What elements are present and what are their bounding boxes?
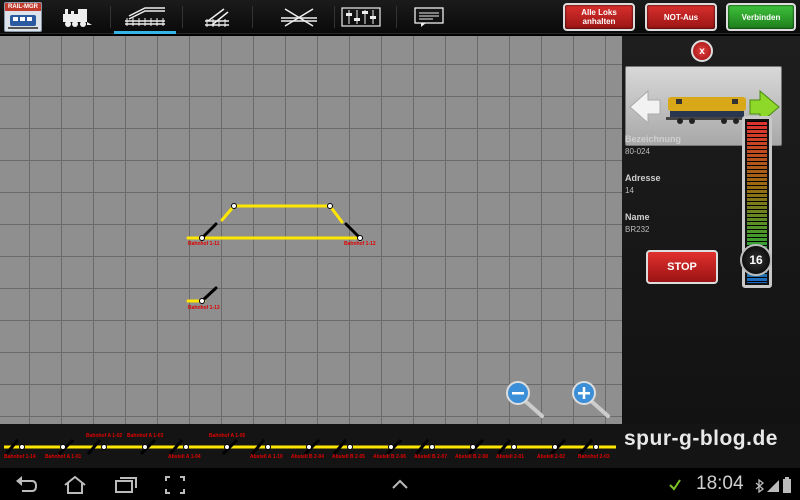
bluetooth-icon	[755, 479, 765, 493]
strip-label: Bahnhof 1-14	[4, 454, 36, 460]
speed-value[interactable]: 16	[740, 244, 772, 276]
app-logo[interactable]: RAIL-MGR	[4, 2, 42, 32]
message-icon	[414, 7, 444, 27]
turnout-node[interactable]	[552, 444, 558, 450]
adresse-label: Adresse	[625, 173, 661, 183]
strip-label: Bahnhof A 1-03	[127, 433, 164, 439]
strip-label: Bahnhof A 1-01	[45, 454, 82, 460]
name-label: Name	[625, 212, 650, 222]
track-layout-canvas[interactable]: Bahnhof 1-11 Bahnhof 1-12 Bahnhof 1-13	[0, 36, 622, 424]
screenshot-icon[interactable]	[164, 475, 186, 495]
zoom-out-button[interactable]	[504, 380, 544, 420]
locomotive-icon	[63, 9, 92, 27]
turnout-node[interactable]	[347, 444, 353, 450]
arrow-left-icon[interactable]	[629, 89, 661, 125]
name-value: BR232	[625, 225, 650, 234]
zoom-in-icon	[572, 381, 610, 418]
status-clock: 18:04	[696, 473, 744, 494]
train-logo-icon	[8, 15, 38, 29]
home-icon[interactable]	[62, 475, 88, 495]
app-logo-text: RAIL-MGR	[5, 3, 41, 11]
crossing-icon	[281, 8, 317, 27]
turnout-node[interactable]	[101, 444, 107, 450]
sliders-icon	[341, 7, 381, 27]
turnout-node[interactable]	[60, 444, 66, 450]
wifi-icon	[767, 480, 779, 492]
tool-locomotive[interactable]	[46, 2, 108, 32]
strip-label: Abstell B 2-06	[373, 454, 407, 460]
turnout-node[interactable]	[470, 444, 476, 450]
strip-label: Abstell 2-02	[537, 454, 566, 460]
turnout-node[interactable]	[265, 444, 271, 450]
turnout-node[interactable]	[183, 444, 189, 450]
turnout-node[interactable]	[388, 444, 394, 450]
turnout-node[interactable]	[224, 444, 230, 450]
tool-turnout[interactable]	[186, 2, 248, 32]
chevron-up-icon[interactable]	[390, 475, 410, 495]
locomotive-image	[666, 97, 750, 124]
turnout-node[interactable]	[19, 444, 25, 450]
turnout-node[interactable]	[142, 444, 148, 450]
recent-apps-icon[interactable]	[114, 475, 138, 495]
track-label: Bahnhof 1-13	[188, 305, 220, 311]
tool-track-layout[interactable]	[114, 2, 176, 34]
turnout-node[interactable]	[593, 444, 599, 450]
watermark: spur-g-blog.de	[624, 427, 778, 450]
strip-label: Abstell B 2-07	[414, 454, 448, 460]
stop-all-locos-button[interactable]: Alle Loks anhalten	[563, 3, 635, 31]
battery-icon	[783, 477, 791, 493]
strip-label: Abstell B 2-08	[455, 454, 489, 460]
strip-label: Abstell A 1-04	[168, 454, 201, 460]
strip-label: Abstell B 2-04	[291, 454, 325, 460]
tool-sliders[interactable]	[330, 2, 392, 32]
track-strip-graphic	[4, 438, 616, 456]
strip-label: Bahnhof A 1-02	[86, 433, 123, 439]
strip-label: Bahnhof 2-03	[578, 454, 610, 460]
track-label: Bahnhof 1-11	[188, 241, 220, 247]
toolbar: RAIL-MGR Alle Loks anhalten NOT-Aus Verb…	[0, 0, 800, 34]
stop-button[interactable]: STOP	[646, 250, 718, 284]
back-icon[interactable]	[14, 475, 38, 495]
tool-message[interactable]	[398, 2, 460, 32]
turnout-node[interactable]	[511, 444, 517, 450]
emergency-stop-button[interactable]: NOT-Aus	[645, 3, 717, 31]
close-button[interactable]: x	[691, 40, 713, 62]
connect-button[interactable]: Verbinden	[726, 3, 796, 31]
strip-label: Abstell B 2-05	[332, 454, 366, 460]
bezeichnung-value: 80-024	[625, 147, 650, 156]
turnout-node[interactable]	[429, 444, 435, 450]
zoom-out-icon	[506, 381, 544, 418]
zoom-in-button[interactable]	[570, 380, 610, 420]
system-nav-bar	[0, 470, 800, 500]
turnout-icon	[205, 8, 229, 27]
checkmark-icon	[669, 479, 681, 491]
track-layout	[186, 203, 363, 304]
adresse-value: 14	[625, 186, 634, 195]
loco-control-panel: x Bezeichnung 80-024 Adresse 14 Name BR2…	[622, 36, 800, 424]
track-layout-icon	[125, 7, 165, 26]
bezeichnung-label: Bezeichnung	[625, 134, 682, 144]
turnout-node[interactable]	[306, 444, 312, 450]
track-label: Bahnhof 1-12	[344, 241, 376, 247]
strip-label: Bahnhof A 1-05	[209, 433, 246, 439]
strip-label: Abstell A 1-10	[250, 454, 283, 460]
tool-crossing[interactable]	[268, 2, 330, 32]
strip-label: Abstell 2-01	[496, 454, 525, 460]
